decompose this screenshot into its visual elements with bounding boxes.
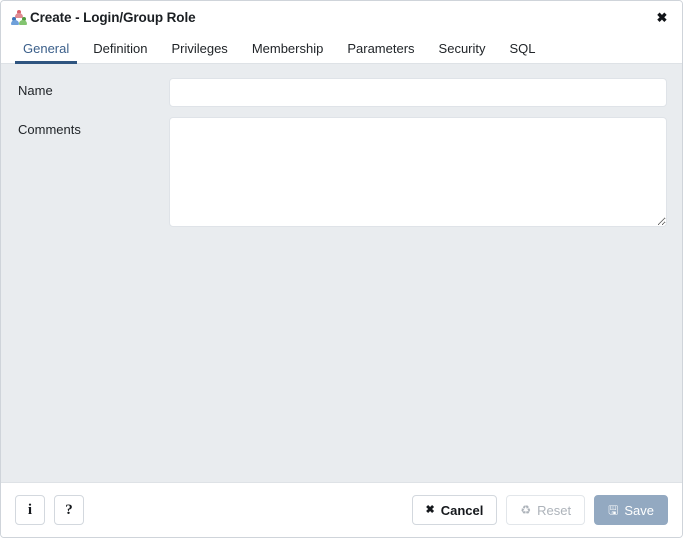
reset-button[interactable]: ♻ Reset	[506, 495, 586, 525]
dialog-titlebar: Create - Login/Group Role ✖	[1, 1, 682, 33]
comments-textarea[interactable]	[169, 117, 667, 227]
footer-left-group: i ?	[15, 495, 84, 525]
comments-form-row: Comments	[9, 117, 674, 227]
cancel-button-label: Cancel	[440, 502, 484, 518]
name-field-wrap	[169, 78, 674, 107]
tab-membership[interactable]: Membership	[240, 33, 336, 63]
save-button[interactable]: 🖫 Save	[594, 495, 668, 525]
comments-label: Comments	[18, 122, 81, 137]
dialog-footer: i ? ✖ Cancel ♻ Reset 🖫 Save	[1, 482, 682, 537]
close-icon: ✖	[425, 503, 435, 516]
footer-right-group: ✖ Cancel ♻ Reset 🖫 Save	[411, 495, 668, 525]
info-icon[interactable]: i	[15, 495, 45, 525]
floppy-disk-icon: 🖫	[608, 503, 619, 517]
name-input[interactable]	[169, 78, 667, 107]
name-form-row: Name	[9, 78, 674, 107]
close-icon[interactable]: ✖	[652, 7, 672, 27]
reset-button-label: Reset	[537, 502, 572, 518]
tab-bar: General Definition Privileges Membership…	[1, 33, 682, 64]
tab-sql[interactable]: SQL	[498, 33, 548, 63]
tab-parameters[interactable]: Parameters	[335, 33, 426, 63]
save-button-label: Save	[624, 502, 654, 518]
comments-field-wrap	[169, 117, 674, 227]
recycle-icon: ♻	[520, 503, 532, 517]
tab-definition[interactable]: Definition	[81, 33, 159, 63]
dialog-title: Create - Login/Group Role	[30, 9, 196, 25]
tab-security[interactable]: Security	[427, 33, 498, 63]
cancel-button[interactable]: ✖ Cancel	[411, 495, 498, 525]
help-icon[interactable]: ?	[54, 495, 84, 525]
group-role-icon	[11, 9, 27, 26]
general-tab-panel: Name Comments	[1, 64, 682, 482]
create-login-group-role-dialog: Create - Login/Group Role ✖ General Defi…	[0, 0, 683, 538]
name-label: Name	[18, 83, 53, 98]
tab-general[interactable]: General	[11, 33, 81, 64]
tab-privileges[interactable]: Privileges	[159, 33, 239, 63]
